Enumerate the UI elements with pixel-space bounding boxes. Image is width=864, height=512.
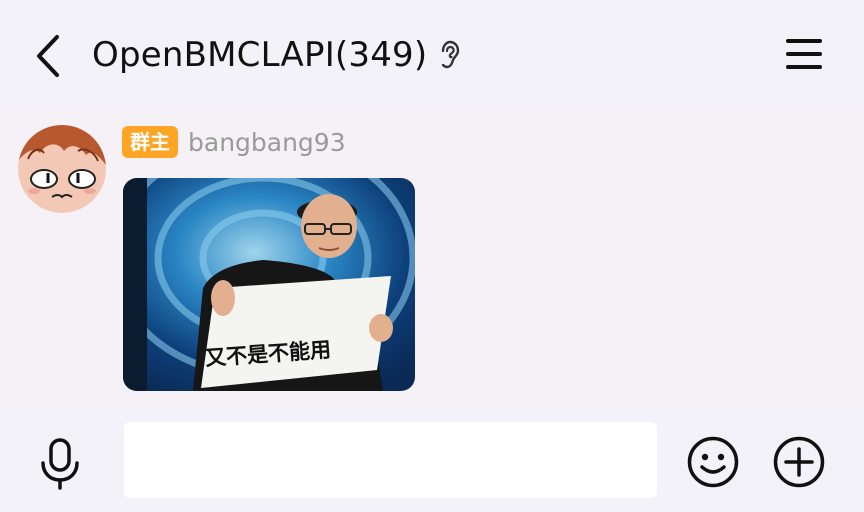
- plus-circle-icon: [773, 436, 825, 488]
- sticker-image[interactable]: 又不是不能用: [123, 178, 415, 391]
- microphone-icon: [41, 438, 79, 490]
- chat-title: OpenBMCLAPI(349): [92, 35, 428, 75]
- chat-area[interactable]: 群主 bangbang93 又不是不能用: [0, 108, 864, 408]
- sender-avatar[interactable]: [18, 125, 106, 213]
- chat-header: OpenBMCLAPI(349): [0, 0, 864, 108]
- sender-name[interactable]: bangbang93: [188, 128, 346, 157]
- back-button[interactable]: [26, 28, 70, 84]
- chat-title-group[interactable]: OpenBMCLAPI(349): [92, 32, 461, 78]
- owner-badge: 群主: [122, 126, 178, 158]
- smiley-icon: [687, 436, 739, 488]
- message-input[interactable]: [124, 422, 657, 498]
- voice-button[interactable]: [36, 436, 84, 492]
- more-button[interactable]: [772, 435, 826, 489]
- emoji-button[interactable]: [686, 435, 740, 489]
- menu-button[interactable]: [780, 34, 828, 74]
- ear-icon: [439, 40, 461, 70]
- message-header: 群主 bangbang93: [122, 125, 346, 159]
- chevron-left-icon: [37, 35, 59, 77]
- input-bar: [0, 408, 864, 512]
